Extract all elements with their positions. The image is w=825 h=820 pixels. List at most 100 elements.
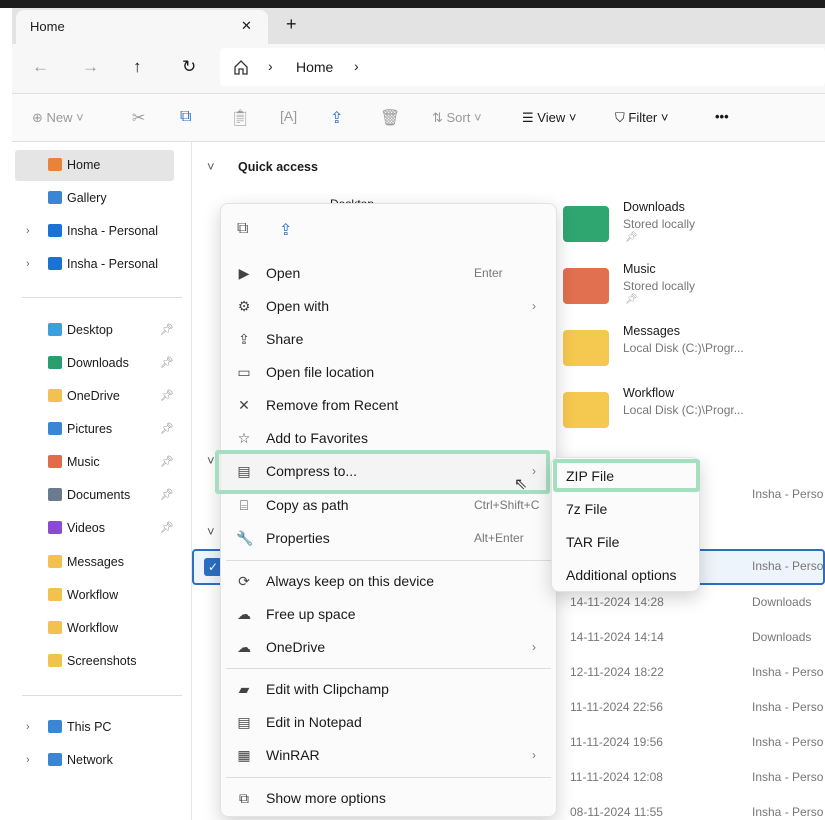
submenu-item[interactable]: Additional options	[566, 560, 677, 590]
submenu-item[interactable]: 7z File	[566, 494, 607, 524]
new-tab-button[interactable]: +	[286, 14, 297, 35]
menu-item-remove-from-recent[interactable]: ✕ Remove from Recent	[226, 390, 553, 420]
copy-icon[interactable]: ⧉	[237, 220, 248, 238]
sidebar-item-messages[interactable]: Messages	[12, 548, 187, 576]
home-icon	[234, 60, 248, 75]
chevron-right-icon: ›	[532, 640, 536, 654]
quick-access-tile[interactable]: Messages Local Disk (C:)\Progr...	[563, 324, 813, 385]
cut-icon[interactable]: ✂	[132, 108, 145, 128]
sidebar-item-this-pc[interactable]: › This PC	[12, 713, 187, 741]
menu-icon: ⟳	[238, 573, 250, 589]
chevron-right-icon[interactable]: ›	[26, 713, 30, 741]
chevron-right-icon[interactable]: ›	[26, 250, 30, 278]
pin-icon: 📌︎	[160, 324, 174, 336]
menu-item-show-more-options[interactable]: ⧉ Show more options	[226, 783, 553, 813]
desktop-icon	[48, 323, 62, 336]
chevron-right-icon: ›	[532, 299, 536, 313]
sidebar-item-music[interactable]: Music 📌︎	[12, 448, 187, 476]
more-options-button[interactable]: •••	[715, 109, 729, 124]
table-row[interactable]: 11-11-2024 22:56 Insha - Perso	[570, 700, 823, 714]
menu-item-free-up-space[interactable]: ☁ Free up space	[226, 599, 553, 629]
menu-item-add-to-favorites[interactable]: ☆ Add to Favorites	[226, 423, 553, 453]
home-icon	[48, 158, 62, 171]
back-button[interactable]: ←	[32, 57, 49, 77]
tab-home[interactable]: Home ✕	[16, 10, 268, 44]
share-icon[interactable]: ⇪	[279, 220, 292, 240]
sort-button[interactable]: ⇅ Sort ˅	[432, 110, 482, 126]
sidebar-item-videos[interactable]: Videos 📌︎	[12, 514, 187, 542]
menu-icon: ▰	[238, 681, 250, 697]
sidebar-item-desktop[interactable]: Desktop 📌︎	[12, 316, 187, 344]
menu-item-share[interactable]: ⇪ Share	[226, 324, 553, 354]
table-row[interactable]: 14-11-2024 14:14 Downloads	[570, 630, 811, 644]
network-icon	[48, 753, 62, 766]
delete-icon[interactable]: 🗑︎	[380, 108, 400, 128]
refresh-button[interactable]: ↻	[182, 57, 196, 77]
table-row[interactable]: 08-11-2024 11:55 Insha - Perso	[570, 805, 823, 819]
rename-icon[interactable]: [A]	[280, 108, 297, 124]
downloads-icon	[48, 356, 62, 369]
music-icon	[48, 455, 62, 468]
folder-icon	[48, 654, 62, 667]
sidebar-item-home[interactable]: Home	[12, 151, 187, 179]
menu-item-open[interactable]: ▶ Open Enter	[226, 258, 553, 288]
new-button[interactable]: ⊕ New ˅	[32, 110, 84, 126]
sidebar-item-workflow[interactable]: Workflow	[12, 614, 187, 642]
table-row[interactable]: 12-11-2024 18:22 Insha - Perso	[570, 665, 823, 679]
address-bar[interactable]: › Home ›	[220, 48, 825, 86]
chevron-right-icon[interactable]: ›	[26, 217, 30, 245]
menu-item-copy-as-path[interactable]: ⌸ Copy as path Ctrl+Shift+C	[226, 490, 553, 520]
quick-access-tile[interactable]: Downloads Stored locally 📌︎	[563, 200, 813, 261]
onedrive-icon	[48, 257, 62, 270]
paste-icon[interactable]: 📋︎	[230, 108, 250, 128]
sidebar-item-downloads[interactable]: Downloads 📌︎	[12, 349, 187, 377]
up-button[interactable]: ↑	[133, 57, 142, 77]
sidebar-item-workflow[interactable]: Workflow	[12, 581, 187, 609]
sidebar-item-onedrive[interactable]: OneDrive 📌︎	[12, 382, 187, 410]
quick-access-header[interactable]: Quick access	[238, 160, 318, 174]
title-bar	[0, 0, 825, 8]
sidebar-item-gallery[interactable]: Gallery	[12, 184, 187, 212]
table-row[interactable]: 14-11-2024 14:28 Downloads	[570, 595, 811, 609]
folder-icon	[48, 588, 62, 601]
quick-access-tile[interactable]: Music Stored locally 📌︎	[563, 262, 813, 323]
chevron-right-icon[interactable]: ›	[26, 746, 30, 774]
view-button[interactable]: ☰ View ˅	[522, 110, 576, 126]
filter-button[interactable]: ⛉ Filter ˅	[615, 110, 668, 126]
table-row[interactable]: 11-11-2024 19:56 Insha - Perso	[570, 735, 823, 749]
quick-access-tile[interactable]: Workflow Local Disk (C:)\Progr...	[563, 386, 813, 447]
forward-button[interactable]: →	[82, 57, 99, 77]
menu-item-winrar[interactable]: ▦ WinRAR ›	[226, 740, 553, 770]
share-icon[interactable]: ⇪	[330, 108, 343, 128]
menu-item-properties[interactable]: 🔧 Properties Alt+Enter	[226, 523, 553, 553]
menu-icon: ☁	[237, 639, 251, 655]
menu-icon: ✕	[238, 397, 250, 413]
sidebar-item-screenshots[interactable]: Screenshots	[12, 647, 187, 675]
menu-item-open-with[interactable]: ⚙ Open with ›	[226, 291, 553, 321]
pin-icon: 📌︎	[160, 390, 174, 402]
sidebar-item-pictures[interactable]: Pictures 📌︎	[12, 415, 187, 443]
sidebar-item-documents[interactable]: Documents 📌︎	[12, 481, 187, 509]
submenu-item[interactable]: TAR File	[566, 527, 619, 557]
menu-icon: 🔧	[236, 530, 254, 546]
close-tab-icon[interactable]: ✕	[241, 18, 252, 34]
sidebar-item-network[interactable]: › Network	[12, 746, 187, 774]
menu-item-always-keep-on-this-device[interactable]: ⟳ Always keep on this device	[226, 566, 553, 596]
tab-title: Home	[30, 19, 65, 34]
copy-icon[interactable]: ⧉	[180, 108, 191, 126]
sidebar-item-insha-personal[interactable]: › Insha - Personal	[12, 250, 187, 278]
menu-item-onedrive[interactable]: ☁ OneDrive ›	[226, 632, 553, 662]
breadcrumb-home[interactable]: Home	[296, 59, 333, 75]
menu-icon: ☆	[237, 430, 251, 446]
sidebar-item-insha-personal[interactable]: › Insha - Personal	[12, 217, 187, 245]
menu-item-open-file-location[interactable]: ▭ Open file location	[226, 357, 553, 387]
pin-icon: 📌︎	[625, 232, 638, 243]
submenu-item[interactable]: ZIP File	[566, 461, 614, 491]
folder-icon	[563, 268, 609, 304]
pc-icon	[48, 720, 62, 733]
menu-item-edit-in-notepad[interactable]: ▤ Edit in Notepad	[226, 707, 553, 737]
table-row[interactable]: 11-11-2024 12:08 Insha - Perso	[570, 770, 823, 784]
pictures-icon	[48, 422, 62, 435]
menu-item-edit-with-clipchamp[interactable]: ▰ Edit with Clipchamp	[226, 674, 553, 704]
menu-item-compress-to[interactable]: ▤ Compress to... ›	[226, 456, 553, 486]
